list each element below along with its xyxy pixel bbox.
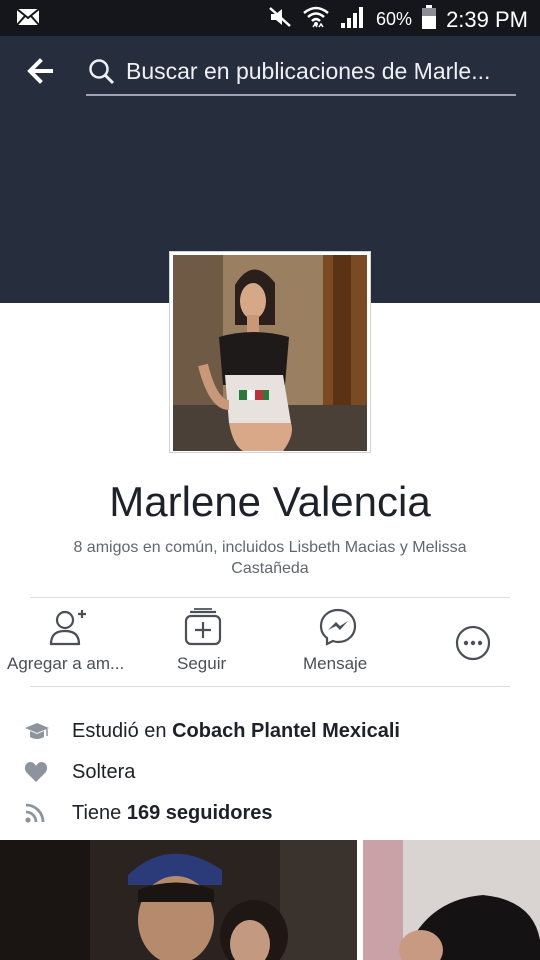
battery-icon: [422, 5, 437, 34]
more-button[interactable]: [446, 600, 500, 684]
followers-prefix: Tiene: [72, 802, 127, 824]
mail-icon: [16, 8, 40, 31]
heart-icon: [24, 761, 48, 785]
followers-row[interactable]: Tiene 169 seguidores: [0, 798, 540, 830]
battery-percent: 60%: [376, 9, 413, 29]
profile-picture[interactable]: [169, 251, 371, 453]
followers-count: 169 seguidores: [126, 802, 273, 824]
clock: 2:39 PM: [446, 6, 528, 32]
add-friend-button[interactable]: Agregar a am...: [0, 600, 136, 684]
education-row[interactable]: Estudió en Cobach Plantel Mexicali: [0, 716, 540, 748]
search-input[interactable]: Buscar en publicaciones de Marle...: [86, 54, 516, 96]
divider-top: [30, 597, 510, 598]
follow-label: Seguir: [177, 654, 227, 673]
search-placeholder: Buscar en publicaciones de Marle...: [126, 58, 491, 84]
education-place: Cobach Plantel Mexicali: [172, 720, 400, 742]
signal-icon: [340, 5, 366, 34]
message-label: Mensaje: [303, 654, 368, 673]
photo-thumbnail[interactable]: [363, 840, 540, 960]
wifi-icon: [302, 4, 330, 35]
back-button[interactable]: [26, 58, 60, 86]
rss-icon: [24, 802, 48, 826]
relationship-status: Soltera: [72, 761, 136, 783]
education-prefix: Estudió en: [72, 720, 173, 742]
more-icon: [454, 624, 492, 667]
mutual-friends-text[interactable]: 8 amigos en común, incluidos Lisbeth Mac…: [40, 537, 500, 579]
add-friend-label: Agregar a am...: [7, 654, 125, 673]
status-bar: 60% 2:39 PM: [0, 0, 540, 36]
profile-name: Marlene Valencia: [109, 478, 431, 525]
profile-photo: [173, 255, 367, 451]
divider-bottom: [30, 686, 510, 687]
follow-button[interactable]: Seguir: [150, 600, 256, 684]
add-friend-icon: [48, 608, 88, 651]
messenger-icon: [319, 608, 357, 651]
message-button[interactable]: Mensaje: [290, 600, 386, 684]
profile-actions: Agregar a am... Seguir Mensaje: [0, 600, 540, 684]
search-icon: [88, 58, 116, 91]
photo-thumbnail[interactable]: [0, 840, 357, 960]
relationship-row: Soltera: [0, 757, 540, 789]
back-arrow-icon: [27, 58, 53, 84]
follow-icon: [184, 608, 222, 651]
mute-icon: [268, 6, 292, 33]
graduation-cap-icon: [24, 720, 49, 744]
